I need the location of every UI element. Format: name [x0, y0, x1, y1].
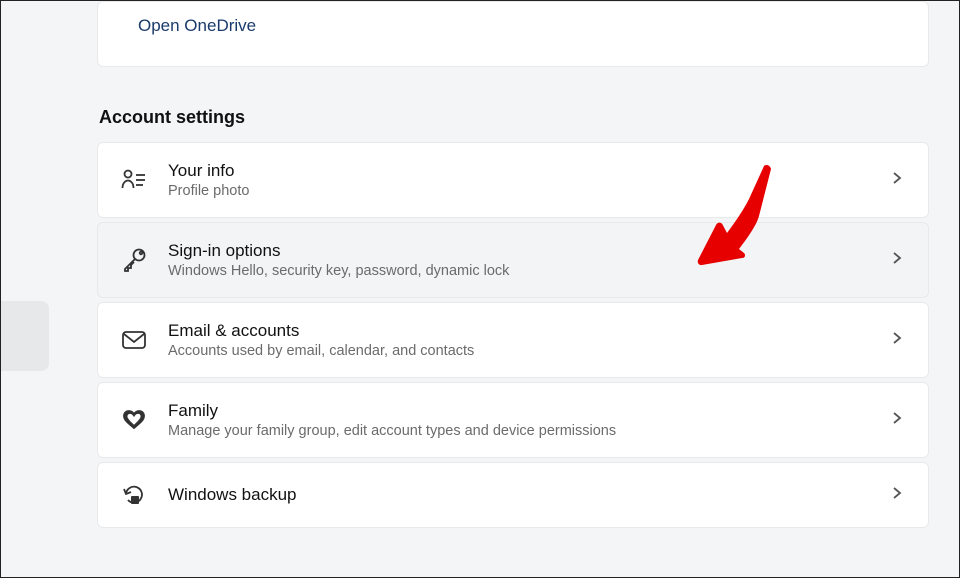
setting-desc: Accounts used by email, calendar, and co…: [168, 343, 870, 359]
family-item[interactable]: Family Manage your family group, edit ac…: [97, 382, 929, 458]
settings-content: Open OneDrive Account settings Your info…: [1, 1, 959, 528]
setting-desc: Profile photo: [168, 183, 870, 199]
setting-text: Email & accounts Accounts used by email,…: [168, 321, 870, 359]
setting-text: Family Manage your family group, edit ac…: [168, 401, 870, 439]
sidebar-edge: [1, 301, 49, 371]
setting-desc: Windows Hello, security key, password, d…: [168, 263, 870, 279]
sign-in-options-item[interactable]: Sign-in options Windows Hello, security …: [97, 222, 929, 298]
chevron-right-icon: [890, 251, 904, 270]
chevron-right-icon: [890, 331, 904, 350]
setting-text: Windows backup: [168, 485, 870, 505]
chevron-right-icon: [890, 411, 904, 430]
hearts-icon: [120, 406, 148, 434]
setting-title: Your info: [168, 161, 870, 181]
setting-text: Your info Profile photo: [168, 161, 870, 199]
key-icon: [120, 246, 148, 274]
backup-icon: [120, 481, 148, 509]
chevron-right-icon: [890, 171, 904, 190]
mail-icon: [120, 326, 148, 354]
chevron-right-icon: [890, 486, 904, 505]
email-accounts-item[interactable]: Email & accounts Accounts used by email,…: [97, 302, 929, 378]
person-lines-icon: [120, 166, 148, 194]
open-onedrive-link[interactable]: Open OneDrive: [138, 16, 256, 35]
onedrive-card[interactable]: Open OneDrive: [97, 1, 929, 67]
settings-list: Your info Profile photo Sign-in options …: [97, 142, 929, 528]
setting-title: Sign-in options: [168, 241, 870, 261]
setting-desc: Manage your family group, edit account t…: [168, 423, 870, 439]
windows-backup-item[interactable]: Windows backup: [97, 462, 929, 528]
setting-title: Windows backup: [168, 485, 870, 505]
section-heading-account-settings: Account settings: [99, 107, 929, 128]
setting-title: Email & accounts: [168, 321, 870, 341]
setting-title: Family: [168, 401, 870, 421]
setting-text: Sign-in options Windows Hello, security …: [168, 241, 870, 279]
your-info-item[interactable]: Your info Profile photo: [97, 142, 929, 218]
